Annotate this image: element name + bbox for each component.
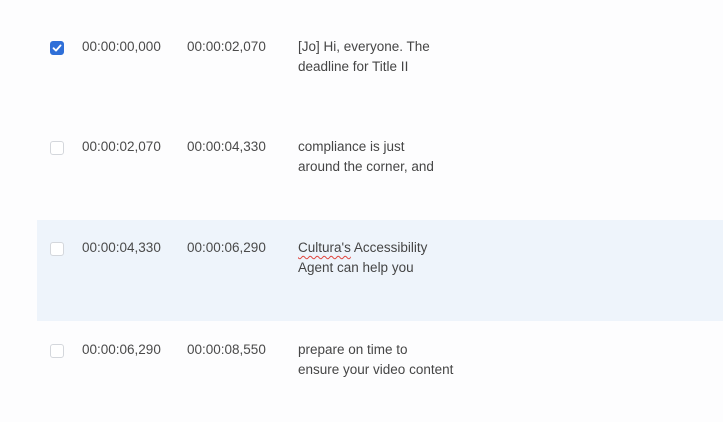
caption-text[interactable]: [Jo] Hi, everyone. The deadline for Titl…	[298, 37, 528, 77]
end-time[interactable]: 00:00:08,550	[187, 342, 266, 357]
end-time[interactable]: 00:00:04,330	[187, 139, 266, 154]
caption-line: ensure your video content	[298, 362, 454, 377]
start-time[interactable]: 00:00:02,070	[82, 139, 161, 154]
caption-line: deadline for Title II	[298, 59, 409, 74]
caption-row-selected[interactable]: 00:00:04,330 00:00:06,290 Cultura's Acce…	[37, 220, 723, 321]
caption-row[interactable]: 00:00:00,000 00:00:02,070 [Jo] Hi, every…	[37, 0, 723, 101]
row-checkbox[interactable]	[50, 41, 64, 55]
caption-line: around the corner, and	[298, 159, 434, 174]
start-time[interactable]: 00:00:04,330	[82, 240, 161, 255]
caption-line: prepare on time to	[298, 342, 408, 357]
start-time[interactable]: 00:00:06,290	[82, 342, 161, 357]
caption-text[interactable]: Cultura's Accessibility Agent can help y…	[298, 238, 528, 278]
caption-line: Agent can help you	[298, 260, 414, 275]
end-time[interactable]: 00:00:02,070	[187, 39, 266, 54]
caption-row[interactable]: 00:00:02,070 00:00:04,330 compliance is …	[37, 101, 723, 202]
caption-line: compliance is just	[298, 139, 405, 154]
check-icon	[52, 44, 62, 52]
caption-text[interactable]: prepare on time to ensure your video con…	[298, 340, 528, 380]
caption-text[interactable]: compliance is just around the corner, an…	[298, 137, 528, 177]
caption-list: 00:00:00,000 00:00:02,070 [Jo] Hi, every…	[37, 0, 723, 410]
start-time[interactable]: 00:00:00,000	[82, 39, 161, 54]
caption-line: [Jo] Hi, everyone. The	[298, 39, 430, 54]
row-checkbox[interactable]	[50, 141, 64, 155]
caption-line: Cultura's Accessibility	[298, 238, 528, 258]
caption-line-rest: Accessibility	[350, 240, 428, 255]
end-time[interactable]: 00:00:06,290	[187, 240, 266, 255]
misspelled-word[interactable]: Cultura's	[298, 240, 351, 255]
row-checkbox[interactable]	[50, 242, 64, 256]
caption-row[interactable]: 00:00:06,290 00:00:08,550 prepare on tim…	[37, 321, 723, 422]
row-checkbox[interactable]	[50, 344, 64, 358]
